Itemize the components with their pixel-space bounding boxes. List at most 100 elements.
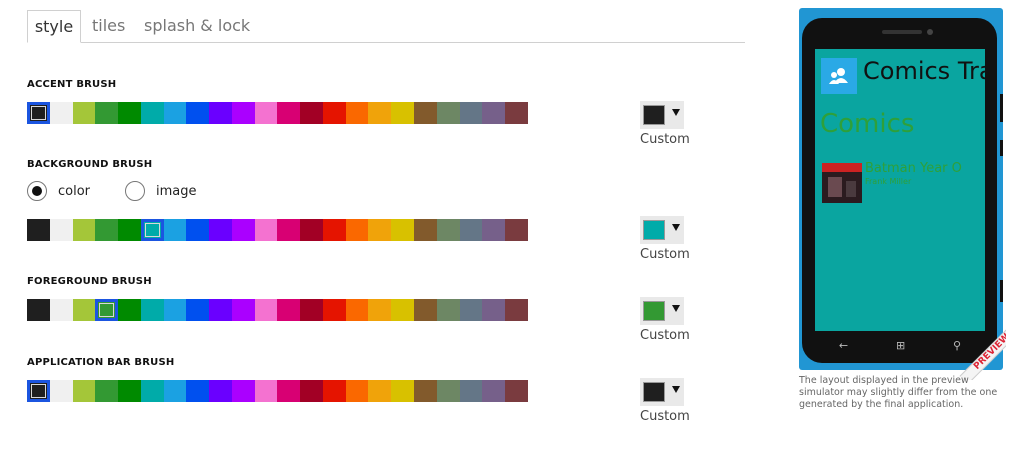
accent-custom-label: Custom [640, 132, 690, 147]
background-swatch[interactable] [414, 219, 437, 241]
background-swatch[interactable] [322, 219, 346, 241]
accent-swatch[interactable] [368, 102, 392, 124]
foreground-swatch[interactable] [95, 299, 119, 321]
foreground-swatch[interactable] [163, 299, 187, 321]
appbar-swatch[interactable] [118, 380, 141, 402]
tab-tiles[interactable]: tiles [92, 10, 132, 41]
appbar-swatch[interactable] [95, 380, 119, 402]
appbar-swatch[interactable] [231, 380, 255, 402]
appbar-swatch[interactable] [49, 380, 73, 402]
background-swatch[interactable] [300, 219, 323, 241]
appbar-custom-dropdown[interactable] [640, 378, 684, 406]
foreground-swatch[interactable] [254, 299, 278, 321]
foreground-swatch[interactable] [49, 299, 73, 321]
background-swatch[interactable] [186, 219, 210, 241]
background-swatch[interactable] [482, 219, 506, 241]
accent-swatch[interactable] [254, 102, 278, 124]
foreground-swatch[interactable] [300, 299, 323, 321]
accent-swatch[interactable] [459, 102, 483, 124]
background-swatch[interactable] [118, 219, 141, 241]
background-swatch[interactable] [391, 219, 415, 241]
accent-swatch[interactable] [186, 102, 210, 124]
background-swatch[interactable] [49, 219, 73, 241]
accent-swatch[interactable] [72, 102, 96, 124]
foreground-swatch[interactable] [436, 299, 460, 321]
appbar-swatch[interactable] [27, 380, 50, 402]
appbar-swatch[interactable] [414, 380, 437, 402]
accent-swatch[interactable] [482, 102, 506, 124]
appbar-swatch[interactable] [505, 380, 528, 402]
foreground-swatch[interactable] [118, 299, 141, 321]
tab-style[interactable]: style [27, 10, 81, 43]
accent-swatch[interactable] [277, 102, 301, 124]
appbar-swatch[interactable] [482, 380, 506, 402]
foreground-swatch[interactable] [140, 299, 164, 321]
background-swatch[interactable] [95, 219, 119, 241]
foreground-swatch[interactable] [186, 299, 210, 321]
background-swatch[interactable] [231, 219, 255, 241]
foreground-swatch[interactable] [391, 299, 415, 321]
background-custom-dropdown[interactable] [640, 216, 684, 244]
appbar-swatch[interactable] [391, 380, 415, 402]
appbar-swatch[interactable] [368, 380, 392, 402]
background-swatch[interactable] [277, 219, 301, 241]
accent-swatch[interactable] [163, 102, 187, 124]
appbar-swatch[interactable] [72, 380, 96, 402]
foreground-swatch[interactable] [414, 299, 437, 321]
accent-swatch[interactable] [27, 102, 50, 124]
foreground-swatch[interactable] [482, 299, 506, 321]
appbar-swatch[interactable] [186, 380, 210, 402]
foreground-swatch[interactable] [231, 299, 255, 321]
background-swatch[interactable] [140, 219, 164, 241]
accent-swatch[interactable] [300, 102, 323, 124]
background-swatch[interactable] [72, 219, 96, 241]
background-swatch[interactable] [163, 219, 187, 241]
accent-swatch[interactable] [118, 102, 141, 124]
appbar-swatch[interactable] [140, 380, 164, 402]
appbar-swatch[interactable] [345, 380, 369, 402]
background-custom-label: Custom [640, 247, 690, 262]
foreground-swatch[interactable] [277, 299, 301, 321]
appbar-swatch[interactable] [209, 380, 232, 402]
foreground-swatch[interactable] [27, 299, 50, 321]
accent-swatch[interactable] [322, 102, 346, 124]
foreground-swatch[interactable] [368, 299, 392, 321]
tab-splash-lock[interactable]: splash & lock [144, 10, 254, 41]
appbar-swatch[interactable] [300, 380, 323, 402]
foreground-swatch[interactable] [209, 299, 232, 321]
accent-swatch[interactable] [231, 102, 255, 124]
foreground-swatch[interactable] [459, 299, 483, 321]
background-swatch[interactable] [368, 219, 392, 241]
background-type-radios: color image [27, 179, 197, 203]
background-swatch[interactable] [209, 219, 232, 241]
radio-color[interactable] [27, 181, 47, 201]
background-swatch[interactable] [505, 219, 528, 241]
foreground-swatch[interactable] [505, 299, 528, 321]
background-swatch[interactable] [254, 219, 278, 241]
accent-swatch[interactable] [436, 102, 460, 124]
appbar-swatch[interactable] [459, 380, 483, 402]
background-swatch[interactable] [436, 219, 460, 241]
appbar-swatch[interactable] [254, 380, 278, 402]
accent-swatch[interactable] [140, 102, 164, 124]
accent-swatch[interactable] [95, 102, 119, 124]
background-swatch[interactable] [27, 219, 50, 241]
accent-swatch[interactable] [505, 102, 528, 124]
foreground-swatch[interactable] [322, 299, 346, 321]
background-swatch[interactable] [459, 219, 483, 241]
accent-swatch[interactable] [49, 102, 73, 124]
background-swatch[interactable] [345, 219, 369, 241]
accent-swatch[interactable] [345, 102, 369, 124]
appbar-swatch[interactable] [163, 380, 187, 402]
accent-swatch[interactable] [391, 102, 415, 124]
accent-custom-dropdown[interactable] [640, 101, 684, 129]
appbar-swatch[interactable] [322, 380, 346, 402]
foreground-custom-dropdown[interactable] [640, 297, 684, 325]
radio-image[interactable] [125, 181, 146, 201]
foreground-swatch[interactable] [72, 299, 96, 321]
appbar-swatch[interactable] [436, 380, 460, 402]
accent-swatch[interactable] [414, 102, 437, 124]
foreground-swatch[interactable] [345, 299, 369, 321]
accent-swatch[interactable] [209, 102, 232, 124]
appbar-swatch[interactable] [277, 380, 301, 402]
